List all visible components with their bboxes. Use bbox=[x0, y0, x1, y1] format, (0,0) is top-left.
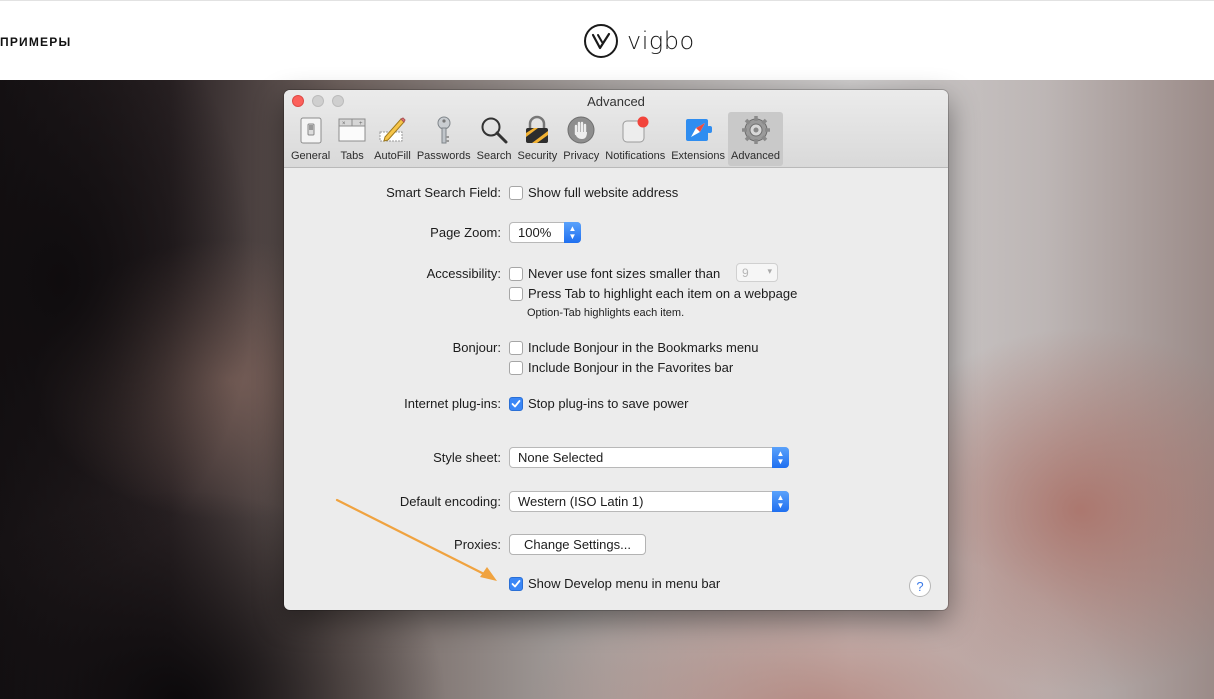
nav-link-examples[interactable]: ПРИМЕРЫ bbox=[0, 35, 71, 49]
key-icon bbox=[428, 114, 460, 146]
bonjour-label: Bonjour: bbox=[452, 340, 501, 355]
checkbox-box[interactable] bbox=[509, 340, 523, 355]
advanced-preferences-pane: Smart Search Field: Show full website ad… bbox=[284, 169, 948, 610]
notification-badge-icon bbox=[619, 114, 651, 146]
tab-tabs[interactable]: × + Tabs bbox=[333, 112, 371, 166]
tab-search[interactable]: Search bbox=[474, 112, 515, 166]
checkmark-icon bbox=[511, 579, 521, 587]
checkbox-checked[interactable] bbox=[509, 576, 523, 591]
default-encoding-label: Default encoding: bbox=[399, 494, 501, 509]
chevron-updown-icon: ▲ ▼ bbox=[564, 222, 581, 243]
tab-autofill[interactable]: AutoFill bbox=[371, 112, 414, 166]
tab-extensions[interactable]: Extensions bbox=[668, 112, 728, 166]
tab-privacy[interactable]: Privacy bbox=[560, 112, 602, 166]
chevron-down-icon: ▾ bbox=[767, 266, 772, 276]
chevron-updown-icon: ▲ ▼ bbox=[772, 447, 789, 468]
checkbox-box[interactable] bbox=[509, 185, 523, 200]
plugins-label: Internet plug-ins: bbox=[404, 396, 501, 411]
padlock-icon bbox=[521, 114, 553, 146]
vigbo-logo-icon bbox=[584, 24, 618, 58]
site-header: ПРИМЕРЫ vigbo bbox=[0, 0, 1214, 80]
tab-notifications[interactable]: Notifications bbox=[602, 112, 668, 166]
show-develop-menu-checkbox[interactable]: Show Develop menu in menu bar bbox=[509, 576, 720, 591]
bonjour-favorites-checkbox[interactable]: Include Bonjour in the Favorites bar bbox=[509, 360, 733, 375]
compass-puzzle-icon bbox=[682, 114, 714, 146]
preferences-window: Advanced General × + Tabs AutoFill Passw… bbox=[284, 90, 948, 610]
change-settings-button[interactable]: Change Settings... bbox=[509, 534, 646, 555]
press-tab-checkbox[interactable]: Press Tab to highlight each item on a we… bbox=[509, 286, 797, 301]
tab-security[interactable]: Security bbox=[514, 112, 560, 166]
checkbox-box[interactable] bbox=[509, 286, 523, 301]
preferences-toolbar: General × + Tabs AutoFill Passwords Sear… bbox=[288, 112, 783, 166]
page-zoom-label: Page Zoom: bbox=[430, 225, 501, 240]
tab-advanced[interactable]: Advanced bbox=[728, 112, 783, 166]
help-button[interactable]: ? bbox=[909, 575, 931, 597]
smart-search-label: Smart Search Field: bbox=[386, 185, 501, 200]
svg-text:+: + bbox=[359, 121, 363, 127]
magnifier-icon bbox=[478, 114, 510, 146]
page-zoom-select[interactable]: 100% ▲ ▼ bbox=[509, 222, 581, 243]
svg-text:×: × bbox=[342, 121, 346, 127]
site-logo[interactable]: vigbo bbox=[583, 22, 695, 60]
tabs-icon: × + bbox=[336, 114, 368, 146]
bonjour-bookmarks-checkbox[interactable]: Include Bonjour in the Bookmarks menu bbox=[509, 340, 759, 355]
min-font-size-checkbox[interactable]: Never use font sizes smaller than bbox=[509, 266, 720, 281]
checkbox-box[interactable] bbox=[509, 266, 523, 281]
default-encoding-select[interactable]: Western (ISO Latin 1) ▲ ▼ bbox=[509, 491, 789, 512]
checkmark-icon bbox=[511, 399, 521, 407]
window-title: Advanced bbox=[587, 94, 645, 109]
style-sheet-select[interactable]: None Selected ▲ ▼ bbox=[509, 447, 789, 468]
stop-plugins-checkbox[interactable]: Stop plug-ins to save power bbox=[509, 396, 688, 411]
tab-passwords[interactable]: Passwords bbox=[414, 112, 474, 166]
pencil-form-icon bbox=[376, 114, 408, 146]
gear-icon bbox=[740, 114, 772, 146]
checkbox-box[interactable] bbox=[509, 360, 523, 375]
logo-text: vigbo bbox=[627, 27, 695, 55]
hand-icon bbox=[565, 114, 597, 146]
accessibility-label: Accessibility: bbox=[426, 266, 501, 281]
style-sheet-label: Style sheet: bbox=[433, 450, 501, 465]
chevron-updown-icon: ▲ ▼ bbox=[772, 491, 789, 512]
tab-general[interactable]: General bbox=[288, 112, 333, 166]
proxies-label: Proxies: bbox=[454, 537, 501, 552]
checkbox-checked[interactable] bbox=[509, 396, 523, 411]
show-full-address-checkbox[interactable]: Show full website address bbox=[509, 185, 678, 200]
window-titlebar: Advanced General × + Tabs AutoFill Passw… bbox=[284, 90, 948, 168]
option-tab-note: Option-Tab highlights each item. bbox=[527, 307, 685, 319]
general-switch-icon bbox=[295, 114, 327, 146]
min-font-size-select[interactable]: 9 ▾ bbox=[736, 263, 778, 282]
